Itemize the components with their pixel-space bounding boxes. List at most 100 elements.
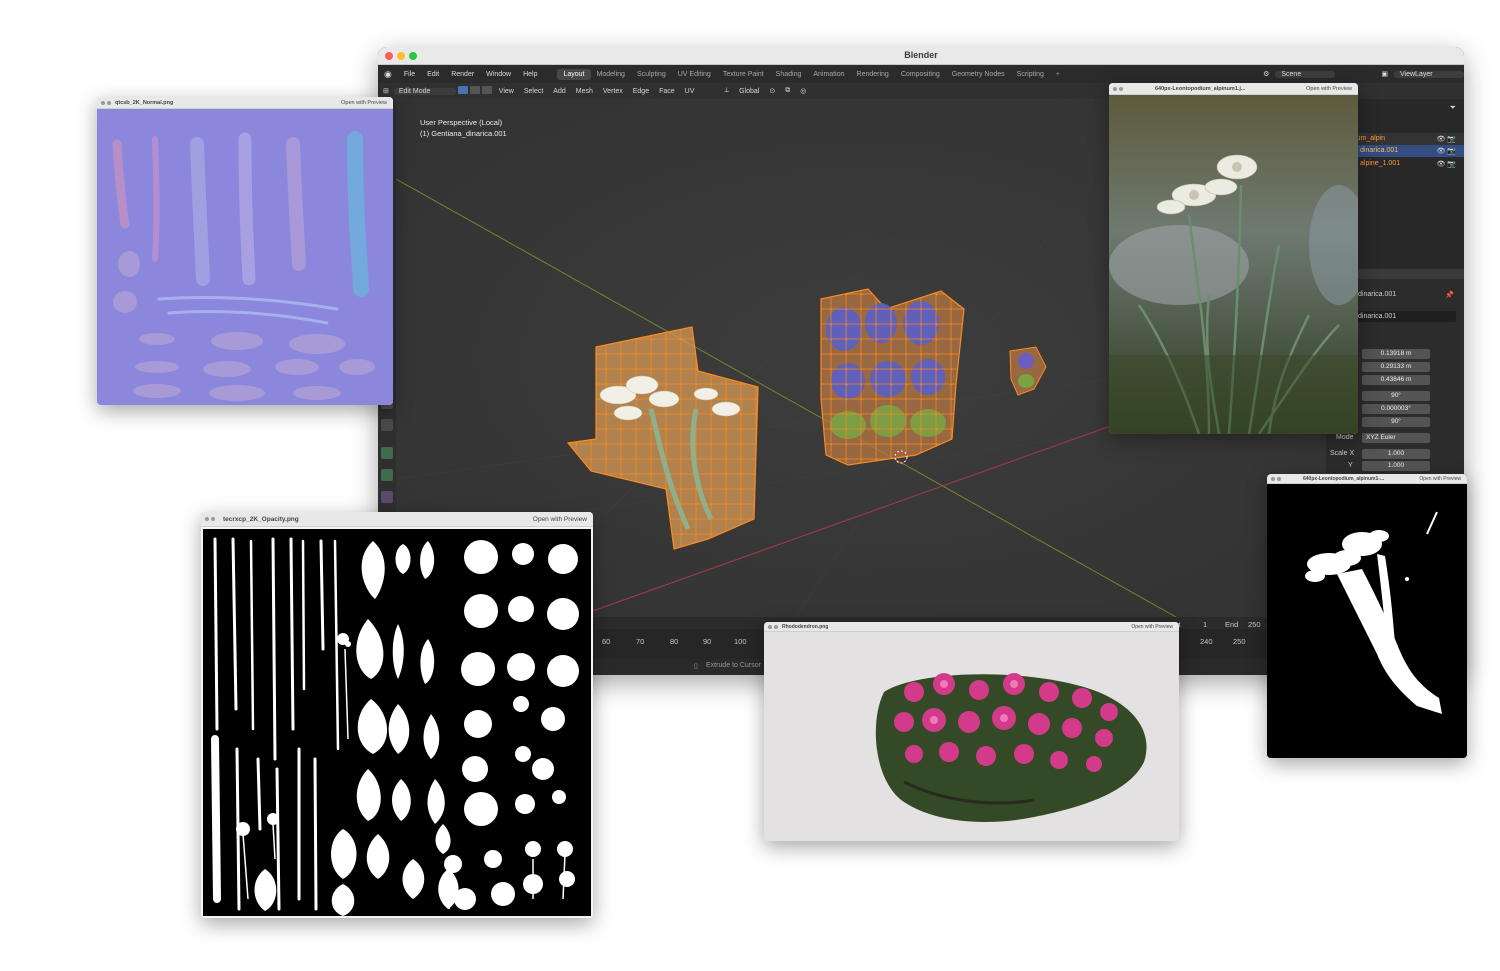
tab-scripting[interactable]: Scripting [1011,71,1050,78]
mode-label: Mode [1336,434,1354,441]
header-face[interactable]: Face [654,88,680,95]
open-with-preview-button[interactable]: Open with Preview [1131,624,1173,630]
menu-help[interactable]: Help [517,71,543,78]
menu-edit[interactable]: Edit [421,71,445,78]
rhododendron-filename: Rhododendron.png [782,623,829,630]
edelweiss-photo-window: 640px-Leontopodium_alpinum1.j... Open wi… [1109,83,1358,434]
viewport-info: User Perspective (Local) (1) Gentiana_di… [420,117,507,139]
header-edge[interactable]: Edge [628,88,654,95]
proportional-icon[interactable]: ◎ [795,87,811,95]
location-y-field[interactable]: 0.29133 m [1362,362,1430,372]
header-select[interactable]: Select [519,88,548,95]
location-z-field[interactable]: 0.43846 m [1362,375,1430,385]
rhododendron-image [875,673,1147,822]
open-with-preview-button[interactable]: Open with Preview [1419,476,1461,482]
tab-geometry-nodes[interactable]: Geometry Nodes [946,71,1011,78]
mesh-name-field[interactable]: dinarica.001 [1356,311,1456,322]
gentiana-mesh[interactable] [820,288,965,466]
header-uv[interactable]: UV [680,88,700,95]
header-add[interactable]: Add [548,88,570,95]
tab-compositing[interactable]: Compositing [895,71,946,78]
frame-tick: 100 [734,637,747,646]
select-mode-icons[interactable] [456,86,494,96]
object-name[interactable]: dinarica.001 [1358,291,1396,298]
opacity-map-filename: tecrxcp_2K_Opacity.png [223,515,299,523]
tab-texture-paint[interactable]: Texture Paint [717,71,770,78]
menu-file[interactable]: File [398,71,421,78]
edelweiss-photo [1109,95,1358,434]
normal-map-filename: qtcsb_2K_Normal.png [115,99,174,106]
location-x-field[interactable]: 0.13918 m [1362,349,1430,359]
normal-map-titlebar: qtcsb_2K_Normal.png Open with Preview [97,97,393,109]
start-frame[interactable]: 1 [1203,620,1207,629]
status-text: Extrude to Cursor [706,662,761,669]
opacity-map-image [203,529,591,916]
menu-bar: ◉ File Edit Render Window Help Layout Mo… [378,65,1464,83]
scale-y-field[interactable]: 1.000 [1362,461,1430,471]
menu-window[interactable]: Window [480,71,517,78]
rhododendron-titlebar: Rhododendron.png Open with Preview [764,622,1179,632]
outliner-item-dinarica[interactable]: dinarica.001 [1360,147,1398,154]
outliner-item-alpine[interactable]: alpine_1.001 [1360,160,1400,167]
pivot-icon[interactable]: ⊙ [764,87,780,95]
open-with-preview-button[interactable]: Open with Preview [533,516,587,523]
blender-logo-icon[interactable]: ◉ [378,69,398,80]
rotation-y-field[interactable]: 0.000003° [1362,404,1430,414]
header-vertex[interactable]: Vertex [598,88,628,95]
visibility-icon[interactable]: 👁 📷 [1436,135,1456,143]
window-controls-icon[interactable] [1271,477,1275,481]
mouse-icon: ▯ [694,663,698,670]
window-controls-icon[interactable] [101,101,105,105]
rotation-x-field[interactable]: 90° [1362,391,1430,401]
rhododendron-window: Rhododendron.png Open with Preview [764,622,1179,841]
add-workspace-icon[interactable]: + [1050,71,1066,78]
mode-selector[interactable]: Edit Mode [393,87,456,95]
end-frame[interactable]: 250 [1248,620,1261,629]
spin-icon[interactable] [381,447,393,459]
menu-render[interactable]: Render [445,71,480,78]
frame-tick: 80 [670,637,679,646]
viewlayer-icon: ▣ [1381,71,1388,78]
window-controls-icon[interactable] [1113,87,1117,91]
perspective-label: User Perspective (Local) [420,118,503,127]
frame-tick: 60 [602,637,611,646]
orientation-selector[interactable]: Global [734,88,764,95]
window-title: Blender [904,50,938,60]
tab-shading[interactable]: Shading [770,71,808,78]
open-with-preview-button[interactable]: Open with Preview [1306,86,1352,92]
smooth-icon[interactable] [381,469,393,481]
tab-modeling[interactable]: Modeling [591,71,631,78]
tab-animation[interactable]: Animation [807,71,850,78]
header-view[interactable]: View [494,88,519,95]
editor-type-icon[interactable]: ⊞ [378,87,394,95]
frame-tick: 70 [636,637,645,646]
tab-rendering[interactable]: Rendering [851,71,895,78]
end-label: End [1225,620,1239,629]
window-controls-icon[interactable] [768,625,772,629]
visibility-icon[interactable]: 👁 📷 [1436,160,1456,168]
orientation-icon: ⟂ [724,87,730,94]
frame-tick: 90 [703,637,712,646]
viewlayer-selector[interactable]: ViewLayer [1394,70,1464,78]
filter-icon[interactable]: ⏷ [1450,103,1456,113]
scale-x-field[interactable]: 1.000 [1362,449,1430,459]
tab-uv-editing[interactable]: UV Editing [672,71,717,78]
edelweiss-mask-window: 640px-Leontopodium_alpinum1-... Open wit… [1267,474,1467,758]
header-mesh[interactable]: Mesh [571,88,598,95]
poly-build-icon[interactable] [381,419,393,431]
opacity-map-window: tecrxcp_2K_Opacity.png Open with Preview [201,512,593,918]
shear-icon[interactable] [381,491,393,503]
rotation-z-field[interactable]: 90° [1362,417,1430,427]
normal-map-window: qtcsb_2K_Normal.png Open with Preview [97,97,393,405]
visibility-icon[interactable]: 👁 📷 [1436,147,1456,155]
scale-y-label: Y [1348,462,1353,469]
tab-sculpting[interactable]: Sculpting [631,71,672,78]
open-with-preview-button[interactable]: Open with Preview [341,100,387,106]
edelweiss-titlebar: 640px-Leontopodium_alpinum1.j... Open wi… [1109,83,1358,95]
tab-layout[interactable]: Layout [557,68,591,80]
pin-icon[interactable]: 📌 [1445,291,1454,299]
snap-icon[interactable]: ⧉ [780,87,795,95]
rotation-mode-selector[interactable]: XYZ Euler [1362,433,1430,443]
window-controls-icon[interactable] [205,517,209,521]
scene-selector[interactable]: Scene [1275,70,1336,78]
